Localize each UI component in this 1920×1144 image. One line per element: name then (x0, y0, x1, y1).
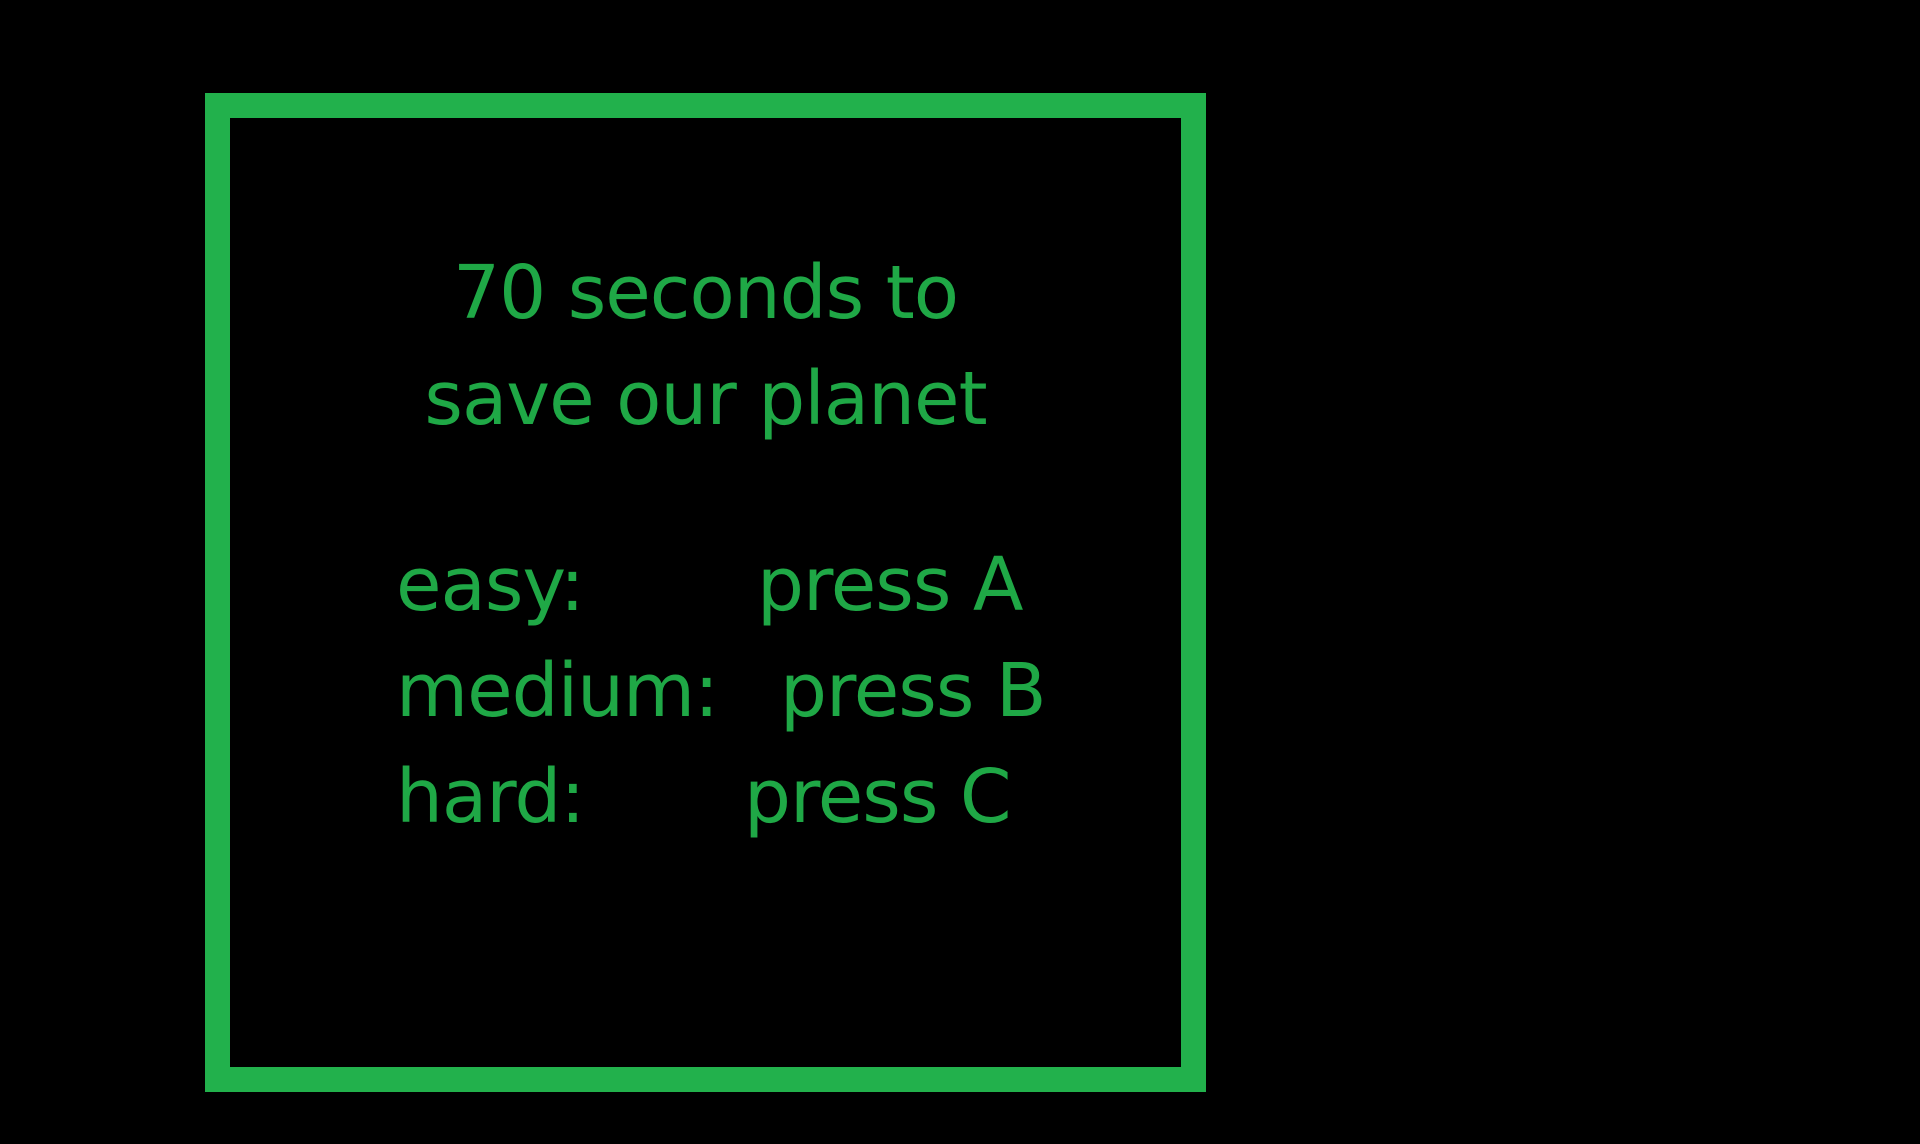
hard-label: hard: (396, 754, 585, 840)
medium-key-instruction[interactable]: press B (780, 654, 1047, 728)
hard-key-instruction[interactable]: press C (744, 760, 1012, 834)
game-screen: 70 seconds to save our planet easy: pres… (0, 0, 1920, 1144)
start-menu-panel: 70 seconds to save our planet easy: pres… (205, 93, 1206, 1092)
medium-label: medium: (396, 648, 719, 734)
title-line-1: 70 seconds to (453, 250, 959, 336)
easy-label: easy: (396, 542, 585, 628)
easy-key-instruction[interactable]: press A (757, 548, 1024, 622)
title-line-2: save our planet (424, 356, 987, 442)
